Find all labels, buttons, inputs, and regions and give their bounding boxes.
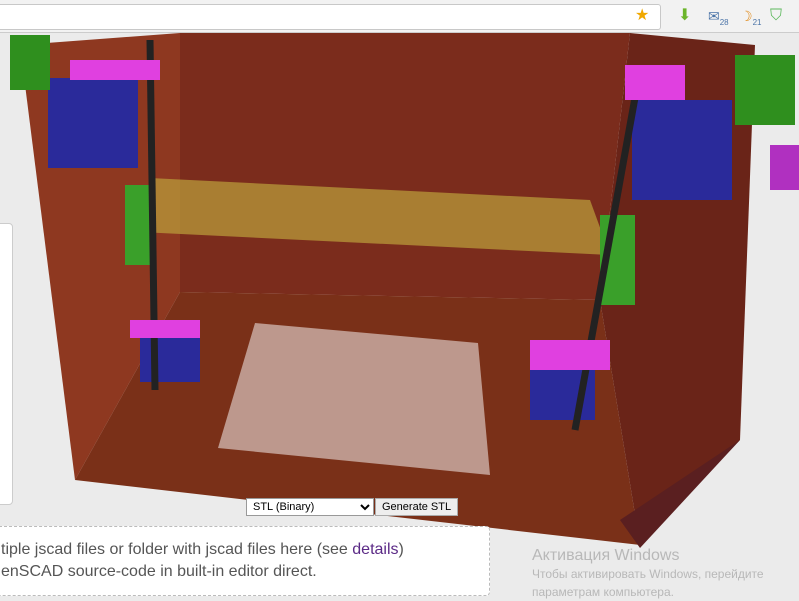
printer-model — [10, 33, 799, 548]
shield-icon[interactable]: ⛉ — [770, 6, 782, 26]
3d-viewer[interactable] — [0, 33, 799, 553]
bracket — [735, 55, 795, 125]
windows-activation-watermark: Активация Windows Чтобы активировать Win… — [532, 547, 764, 601]
activation-line2: параметрам компьютера. — [532, 585, 674, 599]
export-controls: STL (Binary) Generate STL — [246, 498, 459, 516]
address-bar[interactable] — [0, 4, 661, 30]
file-drop-zone[interactable]: tiple jscad files or folder with jscad f… — [0, 526, 490, 596]
mount — [625, 65, 685, 100]
browser-toolbar: ★ ⬇ ✉28 ☽21 ⛉ — [0, 0, 799, 33]
drop-text-suffix: ) — [398, 541, 404, 558]
activation-title: Активация Windows — [532, 547, 680, 564]
details-link[interactable]: details — [352, 541, 398, 558]
editor-instructions: enSCAD source-code in built-in editor di… — [1, 563, 317, 580]
drop-instructions: tiple jscad files or folder with jscad f… — [1, 539, 489, 561]
drop-text: tiple jscad files or folder with jscad f… — [1, 541, 353, 558]
side-panel — [0, 223, 13, 505]
download-icon[interactable]: ⬇ — [678, 6, 691, 26]
motor — [632, 100, 732, 200]
generate-stl-button[interactable]: Generate STL — [375, 498, 459, 516]
mount — [770, 145, 799, 190]
motor — [48, 78, 138, 168]
mount — [530, 340, 610, 370]
mount — [130, 320, 200, 338]
mount — [70, 60, 160, 80]
mail-icon[interactable]: ✉28 — [708, 6, 729, 33]
bracket — [10, 35, 50, 90]
format-select[interactable]: STL (Binary) — [246, 498, 374, 516]
calendar-icon[interactable]: ☽21 — [740, 6, 761, 33]
back-wall — [180, 33, 630, 300]
bookmark-star-icon[interactable]: ★ — [635, 6, 649, 26]
activation-line1: Чтобы активировать Windows, перейдите — [532, 567, 764, 581]
mail-badge: 28 — [719, 17, 729, 27]
calendar-badge: 21 — [752, 17, 762, 27]
